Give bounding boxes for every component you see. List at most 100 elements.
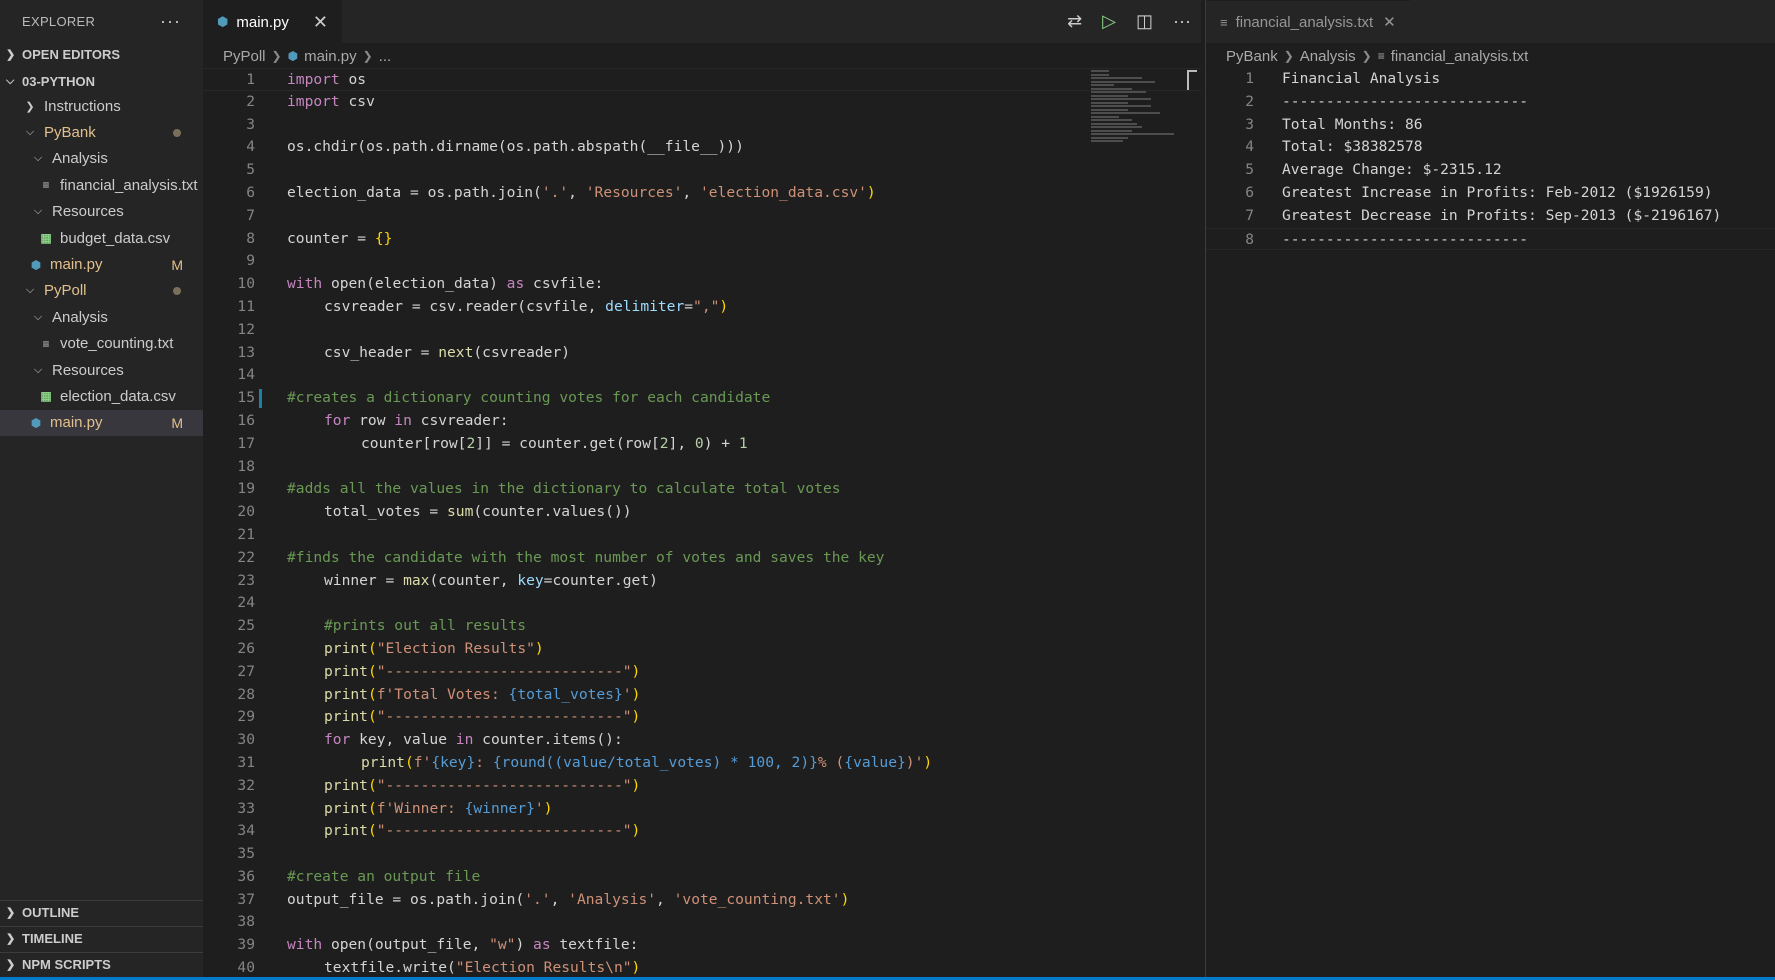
scrollbar[interactable]: [1187, 70, 1197, 90]
timeline-section[interactable]: ❯ TIMELINE: [0, 926, 203, 950]
code-token: 2: [466, 434, 476, 452]
code-token: csv: [339, 92, 375, 110]
code-line: 12: [203, 319, 1201, 342]
breadcrumb-item[interactable]: ...: [379, 48, 392, 65]
python-file-icon: ⬢: [287, 49, 299, 63]
code-token: f'Total Votes:: [376, 685, 509, 703]
code-token: ): [631, 776, 641, 794]
folder-pypoll[interactable]: ⌵ PyPoll: [0, 278, 203, 304]
modified-badge: M: [171, 414, 183, 431]
minimap[interactable]: [1091, 70, 1183, 170]
more-actions-icon[interactable]: ···: [1173, 11, 1191, 32]
section-label: TIMELINE: [22, 931, 83, 946]
close-icon[interactable]: ✕: [1383, 13, 1396, 31]
code-line: 31 print(f'{key}: {round((value/total_vot…: [203, 752, 1201, 775]
code-token: "w": [489, 936, 516, 954]
workspace-section[interactable]: ⌵ 03-PYTHON: [0, 70, 203, 93]
breadcrumb-item[interactable]: financial_analysis.txt: [1391, 48, 1529, 65]
split-editor-icon[interactable]: ◫: [1136, 11, 1153, 32]
open-editors-section[interactable]: ❯ OPEN EDITORS: [0, 43, 203, 66]
code-editor[interactable]: 1 import os 2 import csv 3 4 os.chdir(os.pa…: [203, 68, 1201, 980]
folder-instructions[interactable]: ❯ Instructions: [0, 93, 203, 119]
folder-pypoll-resources[interactable]: ⌵ Resources: [0, 357, 203, 383]
code-token: textfile:: [550, 936, 639, 954]
code-token: 2: [659, 434, 669, 452]
tab-bar: ⬢ main.py ✕ ⇄ ▷ ◫ ···: [203, 0, 1201, 43]
code-token: next: [438, 343, 474, 361]
line-number: 18: [237, 457, 255, 475]
line-text: Financial Analysis: [1282, 70, 1441, 87]
code-token: '.': [541, 183, 569, 201]
csv-file-icon: ▦: [40, 231, 52, 246]
line-number: 15: [237, 389, 255, 407]
text-editor[interactable]: 1 Financial Analysis 2 -------------------…: [1206, 68, 1775, 980]
code-token: in: [394, 411, 412, 429]
code-token: (counter,: [429, 571, 518, 589]
file-pypoll-main[interactable]: ⬢ main.py M: [0, 409, 203, 437]
line-number: 39: [237, 936, 255, 954]
code-token: f'Winner:: [376, 799, 465, 817]
tree-label: Resources: [52, 203, 124, 221]
line-number: 32: [237, 776, 255, 794]
line-number: 9: [246, 252, 255, 270]
code-line: 24: [203, 592, 1201, 615]
breadcrumb-item[interactable]: Analysis: [1300, 48, 1356, 65]
line-number: 2: [1245, 92, 1254, 110]
code-token: (: [367, 822, 377, 840]
line-text: Total: $38382578: [1282, 138, 1423, 156]
code-line: 39 with open(output_file, "w") as textfil…: [203, 934, 1201, 957]
editor-actions: ⇄ ▷ ◫ ···: [1067, 0, 1191, 43]
editor-group-main: ⬢ main.py ✕ ⇄ ▷ ◫ ··· PyPoll ❯ ⬢ main.py…: [203, 0, 1201, 980]
code-token: print: [361, 753, 405, 771]
code-token: ): [515, 936, 534, 954]
text-file-icon: ≡: [42, 178, 50, 193]
code-token: as: [506, 275, 525, 293]
compare-changes-icon[interactable]: ⇄: [1067, 11, 1082, 32]
chevron-right-icon: ❯: [6, 907, 16, 919]
line-number: 11: [237, 297, 255, 315]
chevron-right-icon: ❯: [25, 100, 35, 113]
line-text: Greatest Increase in Profits: Feb-2012 (…: [1282, 183, 1713, 201]
line-number: 7: [246, 206, 255, 224]
code-token: 'election_data.csv': [699, 183, 867, 201]
file-pybank-main[interactable]: ⬢ main.py M: [0, 251, 203, 277]
code-line: 13 csv_header = next(csvreader): [203, 342, 1201, 365]
line-number: 13: [237, 343, 255, 361]
outline-section[interactable]: ❯ OUTLINE: [0, 900, 203, 924]
breadcrumb-item[interactable]: main.py: [304, 48, 357, 65]
close-icon[interactable]: ✕: [313, 12, 328, 33]
tab-main-py[interactable]: ⬢ main.py ✕: [203, 0, 342, 43]
line-number: 1: [1245, 70, 1254, 87]
file-budget-data[interactable]: ▦ budget_data.csv: [0, 225, 203, 251]
folder-pybank[interactable]: ⌵ PyBank: [0, 119, 203, 145]
folder-pybank-resources[interactable]: ⌵ Resources: [0, 199, 203, 225]
line-number: 31: [237, 753, 255, 771]
line-number: 30: [237, 731, 255, 749]
folder-pypoll-analysis[interactable]: ⌵ Analysis: [0, 304, 203, 330]
code-line: 2 import csv: [203, 91, 1201, 114]
code-token: ): [631, 822, 641, 840]
code-token: key, value: [350, 731, 456, 749]
breadcrumb-item[interactable]: PyPoll: [223, 48, 266, 65]
npm-scripts-section[interactable]: ❯ NPM SCRIPTS: [0, 952, 203, 976]
python-file-icon: ⬢: [217, 14, 229, 29]
chevron-down-icon: ⌵: [33, 152, 43, 165]
tree-label: vote_counting.txt: [60, 335, 174, 353]
file-election-data[interactable]: ▦ election_data.csv: [0, 383, 203, 409]
code-line: 36 #create an output file: [203, 866, 1201, 889]
line-number: 5: [246, 161, 255, 179]
file-financial-analysis[interactable]: ≡ financial_analysis.txt: [0, 172, 203, 198]
line-number: 4: [1245, 138, 1254, 156]
folder-pybank-analysis[interactable]: ⌵ Analysis: [0, 146, 203, 172]
text-line: 3 Total Months: 86: [1206, 114, 1775, 137]
more-actions-icon[interactable]: ···: [160, 11, 181, 32]
line-number: 34: [237, 822, 255, 840]
tab-financial-analysis[interactable]: ≡ financial_analysis.txt ✕: [1206, 0, 1410, 43]
breadcrumb-item[interactable]: PyBank: [1226, 48, 1278, 65]
file-vote-counting[interactable]: ≡ vote_counting.txt: [0, 331, 203, 357]
run-icon[interactable]: ▷: [1102, 11, 1116, 32]
code-token: open(election_data): [322, 275, 507, 293]
text-line: 1 Financial Analysis: [1206, 68, 1775, 91]
code-line: 19 #adds all the values in the dictionary…: [203, 478, 1201, 501]
section-label: NPM SCRIPTS: [22, 957, 111, 972]
